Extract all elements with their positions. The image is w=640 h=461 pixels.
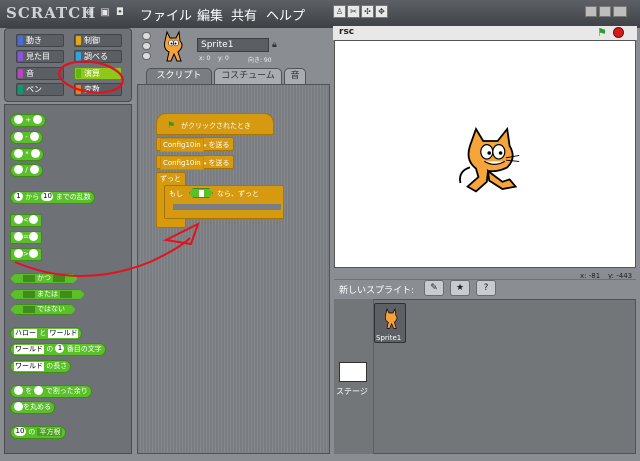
sprite-thumbnail[interactable]: Sprite1 [374, 303, 406, 343]
paint-sprite-icon[interactable]: ✎ [424, 280, 444, 296]
project-title: rsc [339, 27, 355, 37]
cat-sprite[interactable] [452, 124, 524, 194]
stop-icon[interactable] [613, 27, 624, 38]
random-sprite-icon[interactable]: ? [476, 280, 496, 296]
sprite-thumbnail-label: Sprite1 [376, 334, 402, 342]
stage-label: ステージ [336, 387, 368, 396]
stage-header [333, 26, 637, 40]
stage-thumbnail[interactable] [339, 362, 367, 382]
cat-thumbnail-icon [385, 307, 398, 329]
new-sprite-label: 新しいスプライト: [339, 286, 415, 296]
green-flag-icon[interactable]: ⚑ [597, 27, 607, 38]
choose-sprite-icon[interactable]: ★ [450, 280, 470, 296]
